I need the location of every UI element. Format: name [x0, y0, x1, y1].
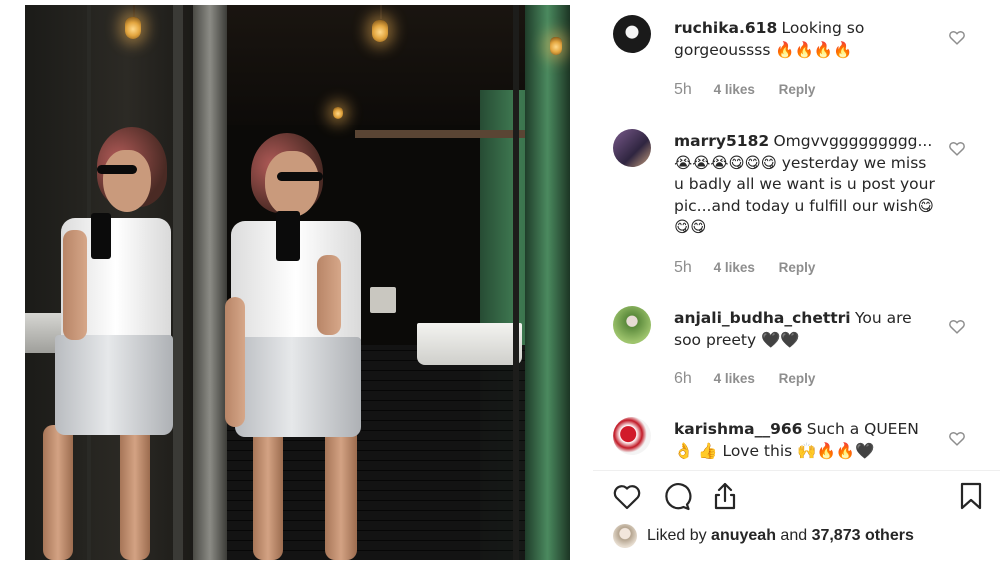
comment-reply-button[interactable]: Reply — [779, 82, 816, 97]
photo-face — [265, 151, 319, 217]
photo-phone — [276, 211, 300, 261]
photo-lamp — [372, 20, 388, 42]
comment-likes[interactable]: 4 likes — [714, 371, 755, 386]
section-divider — [593, 470, 1000, 471]
comment-time: 5h — [674, 81, 692, 98]
comment-text-block: marry5182 Omgvvggggggggg... 😭😭😭😋😋😋 yeste… — [674, 131, 936, 238]
photo-arm — [225, 297, 245, 427]
comment-text-block: ruchika.618 Looking so gorgeoussss 🔥🔥🔥🔥 — [674, 18, 936, 61]
comment-username[interactable]: marry5182 — [674, 132, 769, 150]
share-icon[interactable] — [709, 480, 741, 512]
comment-time: 5h — [674, 259, 692, 276]
avatar[interactable] — [613, 306, 651, 344]
avatar[interactable] — [613, 15, 651, 53]
liked-by-others-link[interactable]: 37,873 others — [812, 527, 914, 544]
photo-lamp — [550, 37, 562, 55]
post-photo[interactable] — [25, 5, 570, 560]
bookmark-icon[interactable] — [955, 480, 987, 512]
photo-sunglasses — [277, 172, 323, 181]
comment-meta: 5h 4 likes Reply — [674, 259, 815, 277]
photo-lamp-wire — [133, 5, 135, 17]
comment-meta: 6h 4 likes Reply — [674, 370, 815, 388]
comment-username[interactable]: anjali_budha_chettri — [674, 309, 851, 327]
comment-like-heart-icon[interactable] — [948, 140, 966, 156]
avatar[interactable] — [613, 524, 637, 548]
photo-outlet — [370, 287, 396, 313]
photo-arm — [63, 230, 87, 340]
comment-reply-button[interactable]: Reply — [779, 260, 816, 275]
photo-shorts — [235, 337, 361, 437]
photo-door-frame — [513, 5, 519, 560]
comment-reply-button[interactable]: Reply — [779, 371, 816, 386]
comment-like-heart-icon[interactable] — [948, 430, 966, 446]
photo-leg — [253, 425, 283, 560]
liked-by-middle: and — [775, 527, 812, 544]
photo-green-door — [525, 5, 570, 560]
liked-by-prefix: Liked by — [647, 527, 712, 544]
comment-meta: 5h 4 likes Reply — [674, 81, 815, 99]
photo-lamp — [333, 107, 343, 119]
heart-icon[interactable] — [611, 480, 643, 512]
comment-time: 6h — [674, 370, 692, 387]
photo-mirror-edge — [193, 5, 227, 560]
photo-leg — [43, 425, 73, 560]
comments-panel[interactable]: ruchika.618 Looking so gorgeoussss 🔥🔥🔥🔥 … — [593, 0, 1000, 470]
photo-leg — [120, 420, 150, 560]
post-action-bar — [593, 478, 1000, 518]
liked-by-row: Liked by anuyeah and 37,873 others — [593, 523, 1000, 553]
photo-leg — [325, 425, 357, 560]
liked-by-user-link[interactable]: anuyeah — [711, 527, 776, 544]
photo-arm — [317, 255, 341, 335]
avatar[interactable] — [613, 417, 651, 455]
comment-username[interactable]: karishma__966 — [674, 420, 802, 438]
comment-username[interactable]: ruchika.618 — [674, 19, 777, 37]
photo-sink — [417, 323, 522, 365]
avatar[interactable] — [613, 129, 651, 167]
comment-text-block: karishma__966 Such a QUEEN 👌 👍 Love this… — [674, 419, 936, 462]
photo-sunglasses — [97, 165, 137, 174]
comment-likes[interactable]: 4 likes — [714, 82, 755, 97]
photo-lamp — [125, 17, 141, 39]
photo-phone — [91, 213, 111, 259]
comment-bubble-icon[interactable] — [660, 480, 692, 512]
liked-by-text: Liked by anuyeah and 37,873 others — [647, 527, 914, 545]
photo-wall-strip — [355, 130, 525, 138]
comment-likes[interactable]: 4 likes — [714, 260, 755, 275]
photo-lamp-wire — [380, 5, 382, 19]
comment-text-block: anjali_budha_chettri You are soo preety … — [674, 308, 936, 351]
comment-like-heart-icon[interactable] — [948, 29, 966, 45]
photo-face — [103, 150, 151, 212]
photo-mirror-frame — [173, 5, 183, 560]
photo-shorts — [55, 335, 173, 435]
comment-like-heart-icon[interactable] — [948, 318, 966, 334]
